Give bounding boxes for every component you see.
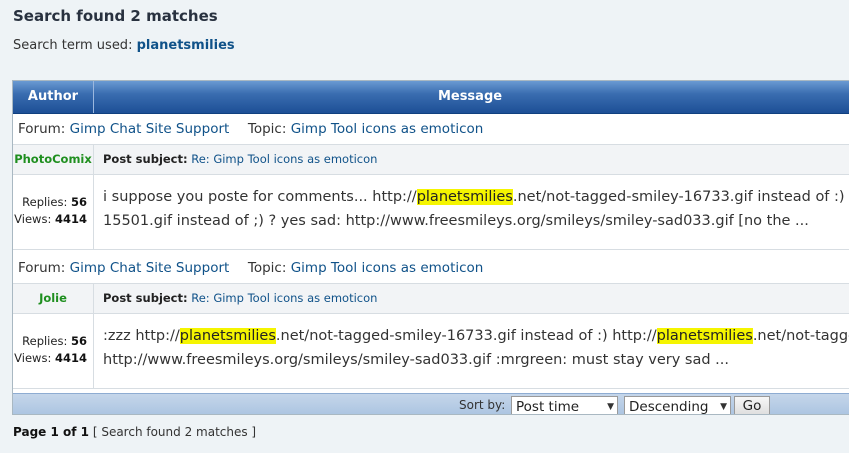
result-1-topic-link[interactable]: Gimp Tool icons as emoticon [291, 121, 484, 137]
search-highlight: planetsmilies [179, 328, 276, 344]
post-subject-label: Post subject: [103, 152, 188, 166]
sort-direction-select[interactable]: Descending ▼ [624, 396, 731, 414]
result-2-replies: 56 [70, 334, 87, 348]
search-term-label: Search term used: [13, 38, 133, 53]
sort-field-select[interactable]: Post time ▼ [511, 396, 618, 414]
result-2-author[interactable]: Jolie [13, 284, 94, 313]
result-2-stats: Replies: 56 Views: 4414 [13, 314, 94, 388]
page-title: Search found 2 matches [13, 7, 218, 25]
views-label: Views: [14, 212, 52, 226]
result-2-forum-row: Forum: Gimp Chat Site Support Topic: Gim… [13, 253, 849, 284]
result-2-forum-link[interactable]: Gimp Chat Site Support [70, 260, 230, 276]
result-2-topic-link[interactable]: Gimp Tool icons as emoticon [291, 260, 484, 276]
topic-label: Topic: [247, 121, 287, 137]
forum-label: Forum: [18, 260, 66, 276]
result-1-author[interactable]: PhotoComix [13, 145, 94, 174]
result-2-views: 4414 [54, 351, 87, 365]
result-1-stats: Replies: 56 Views: 4414 [13, 175, 94, 249]
chevron-down-icon: ▼ [607, 402, 614, 412]
result-2-excerpt: :zzz http://planetsmilies.net/not-tagged… [103, 328, 849, 368]
replies-label: Replies: [22, 334, 68, 348]
forum-label: Forum: [18, 121, 66, 137]
search-highlight: planetsmilies [416, 189, 513, 205]
result-1-views: 4414 [54, 212, 87, 226]
result-2-message-row: Replies: 56 Views: 4414 :zzz http://plan… [13, 314, 849, 389]
chevron-down-icon: ▼ [720, 402, 727, 412]
go-button[interactable]: Go [734, 396, 770, 414]
author-column-header: Author [13, 81, 94, 113]
post-subject-label: Post subject: [103, 291, 188, 305]
result-1-message-row: Replies: 56 Views: 4414 i suppose you po… [13, 175, 849, 250]
table-header: Author Message [13, 81, 849, 114]
replies-label: Replies: [22, 195, 68, 209]
views-label: Views: [14, 351, 52, 365]
topic-label: Topic: [247, 260, 287, 276]
pagination-summary: [ Search found 2 matches ] [92, 425, 257, 439]
result-2-subject-row: Jolie Post subject: Re: Gimp Tool icons … [13, 284, 849, 314]
sort-by-label: Sort by: [459, 398, 506, 412]
result-1-subject-link[interactable]: Re: Gimp Tool icons as emoticon [191, 152, 377, 166]
search-highlight: planetsmilies [656, 328, 753, 344]
result-1-forum-row: Forum: Gimp Chat Site Support Topic: Gim… [13, 114, 849, 145]
result-1-subject-row: PhotoComix Post subject: Re: Gimp Tool i… [13, 145, 849, 175]
result-1-replies: 56 [70, 195, 87, 209]
message-column-header: Message [437, 89, 503, 104]
search-term-link[interactable]: planetsmilies [137, 38, 235, 53]
pagination: Page 1 of 1 [ Search found 2 matches ] [13, 425, 256, 439]
page-indicator: Page 1 of 1 [13, 425, 89, 439]
results-table: Author Message Forum: Gimp Chat Site Sup… [12, 80, 849, 415]
search-term-line: Search term used: planetsmilies [13, 38, 235, 53]
result-2-subject-link[interactable]: Re: Gimp Tool icons as emoticon [191, 291, 377, 305]
result-1-forum-link[interactable]: Gimp Chat Site Support [70, 121, 230, 137]
sort-bar: Sort by: Post time ▼ Descending ▼ Go [13, 393, 849, 414]
result-1-excerpt: i suppose you poste for comments... http… [103, 189, 845, 229]
